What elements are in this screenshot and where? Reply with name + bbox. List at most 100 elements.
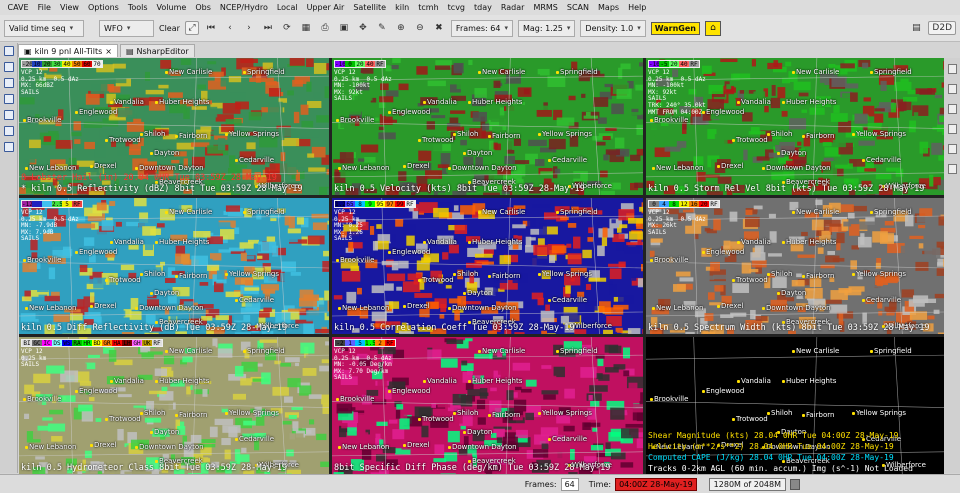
town-marker: [652, 307, 655, 310]
color-bar-label: DS: [52, 340, 62, 346]
density-select[interactable]: Density: 1.0: [580, 19, 646, 37]
sidebar-tool-icon[interactable]: [3, 110, 14, 120]
sidebar-tool-icon[interactable]: [3, 62, 14, 72]
time-mode-select[interactable]: Valid time seq: [4, 19, 84, 37]
town-label: Drexel: [407, 441, 430, 449]
draw-icon[interactable]: ✎: [375, 21, 389, 35]
warngen-button[interactable]: WarnGen: [650, 21, 700, 35]
town-label: Englewood: [79, 248, 118, 256]
image-icon[interactable]: ▣: [337, 21, 351, 35]
sidebar-tool-icon[interactable]: [3, 78, 14, 88]
color-bar-label: RF: [152, 340, 162, 346]
mag-select[interactable]: Mag: 1.25: [517, 19, 576, 37]
radar-pane-7[interactable]: New Carlisle Springfield Vandalia Huber Hei…: [19, 337, 329, 474]
town-label: Shiloh: [144, 270, 166, 278]
menu-item[interactable]: kiln: [391, 3, 414, 12]
color-bar-label: 40: [679, 61, 689, 67]
sidebar-tool-icon[interactable]: [3, 94, 14, 104]
menu-item[interactable]: Maps: [594, 3, 624, 12]
color-bar-label: 60: [82, 61, 92, 67]
menu-item[interactable]: View: [55, 3, 83, 12]
color-bar-label: RF: [375, 61, 385, 67]
menu-item[interactable]: Upper Air: [302, 3, 349, 12]
menu-item[interactable]: Options: [83, 3, 123, 12]
town-label: New Lebanon: [342, 164, 390, 172]
print-icon[interactable]: ⎙: [318, 21, 332, 35]
loop-icon[interactable]: ⟳: [280, 21, 294, 35]
color-bar-label: 2: [375, 340, 385, 346]
town-label: Yellow Springs: [229, 409, 280, 417]
menu-item[interactable]: NCEP/Hydro: [215, 3, 272, 12]
color-bar-label: IC: [42, 340, 52, 346]
view-icon[interactable]: [947, 84, 957, 94]
menu-item[interactable]: MRMS: [529, 3, 562, 12]
town-label: New Carlisle: [169, 347, 213, 355]
color-bar-label: RA: [72, 340, 82, 346]
menu-item[interactable]: tday: [470, 3, 497, 12]
radar-pane-5[interactable]: New Carlisle Springfield Vandalia Huber Hei…: [332, 198, 643, 334]
radar-pane-6[interactable]: New Carlisle Springfield Vandalia Huber Hei…: [646, 198, 944, 334]
first-frame-icon[interactable]: ⏮: [204, 21, 218, 35]
menu-item[interactable]: CAVE: [3, 3, 33, 12]
town-marker: [110, 380, 113, 383]
step-forward-icon[interactable]: ›: [242, 21, 256, 35]
fit-screen-icon[interactable]: ⤢: [184, 21, 199, 35]
sidebar-tool-icon[interactable]: [3, 46, 14, 56]
memory-usage: 1280M of 2048M: [708, 477, 786, 491]
town-label: Downtown Dayton: [766, 164, 831, 172]
town-marker: [165, 71, 168, 74]
radar-pane-8[interactable]: New Carlisle Springfield Vandalia Huber Hei…: [332, 337, 643, 474]
tab-kiln-all-tilts[interactable]: ▣ kiln 9 pnl All-Tilts ×: [18, 44, 118, 57]
frames-select[interactable]: Frames: 64: [450, 19, 513, 37]
color-bar-label: 40: [62, 61, 72, 67]
menu-item[interactable]: Volume: [152, 3, 191, 12]
view-icon[interactable]: [947, 164, 957, 174]
town-marker: [548, 159, 551, 162]
sidebar-tool-icon[interactable]: [3, 142, 14, 152]
radar-pane-9[interactable]: New Carlisle Springfield Vandalia Huber Hei…: [646, 337, 944, 474]
menu-item[interactable]: Obs: [191, 3, 216, 12]
select-pane-icon[interactable]: ▦: [299, 21, 313, 35]
view-icon[interactable]: [947, 124, 957, 134]
menu-item[interactable]: Local: [272, 3, 302, 12]
town-marker: [135, 167, 138, 170]
menu-item[interactable]: tcmh: [414, 3, 443, 12]
town-marker: [388, 390, 391, 393]
town-marker: [802, 275, 805, 278]
radar-pane-4[interactable]: New Carlisle Springfield Vandalia Huber Hei…: [19, 198, 329, 334]
close-icon[interactable]: ×: [105, 47, 112, 56]
zoom-out-icon[interactable]: ⊖: [413, 21, 427, 35]
town-marker: [862, 299, 865, 302]
radar-pane-2[interactable]: New Carlisle Springfield Vandalia Huber Hei…: [332, 58, 643, 195]
view-icon[interactable]: [947, 64, 957, 74]
delete-icon[interactable]: ✖: [432, 21, 446, 35]
view-icon[interactable]: [947, 104, 957, 114]
menu-item[interactable]: Radar: [496, 3, 529, 12]
pan-icon[interactable]: ✥: [356, 21, 370, 35]
sidebar-tool-icon[interactable]: [3, 126, 14, 136]
clear-button[interactable]: Clear: [159, 24, 180, 33]
tab-nsharp-editor[interactable]: ▤ NsharpEditor: [119, 44, 195, 57]
perspective-icon[interactable]: ▤: [909, 21, 923, 35]
last-frame-icon[interactable]: ⏭: [261, 21, 275, 35]
wfo-select[interactable]: WFO: [99, 19, 154, 37]
menu-item[interactable]: tcvg: [443, 3, 469, 12]
menu-item[interactable]: Satellite: [349, 3, 391, 12]
menu-item[interactable]: Tools: [123, 3, 152, 12]
color-bar: -100-52040RF: [648, 60, 700, 68]
view-icon[interactable]: [947, 144, 957, 154]
menu-item[interactable]: File: [33, 3, 55, 12]
radar-pane-3[interactable]: New Carlisle Springfield Vandalia Huber Hei…: [646, 58, 944, 195]
town-label: Brookville: [340, 256, 375, 264]
zoom-in-icon[interactable]: ⊕: [394, 21, 408, 35]
d2d-perspective-button[interactable]: D2D: [928, 21, 956, 35]
hydro-tool-icon[interactable]: ⌂: [704, 20, 721, 36]
radar-pane-1[interactable]: New Carlisle Springfield Vandalia Huber Hei…: [19, 58, 329, 195]
step-back-icon[interactable]: ‹: [223, 21, 237, 35]
menu-item[interactable]: Help: [624, 3, 651, 12]
town-marker: [737, 101, 740, 104]
color-bar: -2 1 5 1.5 2 RF: [334, 339, 396, 347]
menu-item[interactable]: SCAN: [562, 3, 593, 12]
radar-info: VCP 12 0.25 km SAILS: [21, 348, 47, 369]
trash-icon[interactable]: [790, 478, 800, 490]
